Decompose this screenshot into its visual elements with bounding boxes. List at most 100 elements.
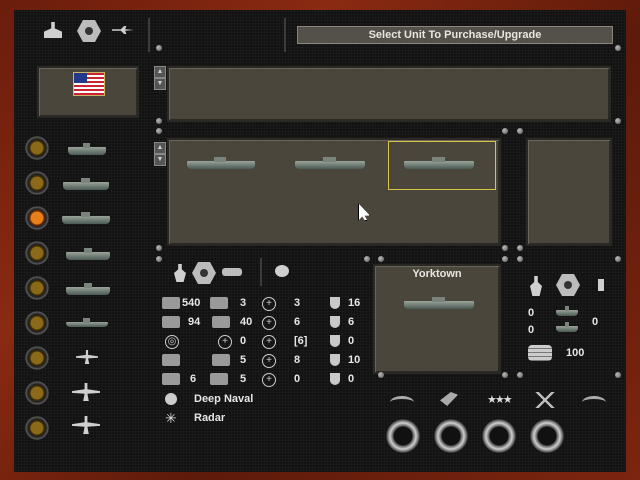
stat-close-defense: 0: [348, 335, 355, 347]
count-a: 0: [528, 307, 535, 319]
count-c: 0: [592, 316, 599, 328]
stat-entrench: 0: [348, 373, 355, 385]
soft-attack-icon: [210, 297, 228, 309]
unit-option-1[interactable]: [187, 157, 255, 169]
flag-canton: [74, 73, 87, 83]
hit-points-icon: [162, 297, 180, 309]
rivet: [156, 256, 162, 262]
unit-icon-destroyer[interactable]: [68, 143, 106, 155]
rivet: [517, 245, 523, 251]
radar-icon: ✳: [165, 410, 177, 426]
landing-craft-icon: [556, 322, 578, 332]
stat-sub-attack: 0: [294, 373, 301, 385]
unit-icon-transport[interactable]: [66, 283, 110, 295]
unit-knob-carrier[interactable]: [25, 206, 49, 230]
fuel-icon: [162, 316, 180, 328]
rivet: [378, 256, 384, 262]
rivet: [502, 128, 508, 134]
divider-vertical: [148, 18, 150, 52]
unit-knob-cruiser[interactable]: [25, 171, 49, 195]
unit-icon-carrier[interactable]: [62, 212, 110, 224]
unit-knob-destroyer[interactable]: [25, 136, 49, 160]
defense-icon-3: [330, 335, 340, 347]
unit-special-ability: Radar: [194, 412, 226, 424]
unit-knob-bomber[interactable]: [25, 381, 49, 405]
defense-icon-5: [330, 373, 340, 385]
unit-knob-submarine[interactable]: [25, 311, 49, 335]
selected-unit-panel: [373, 264, 501, 374]
rivet: [364, 256, 370, 262]
stat-range: 3: [294, 297, 301, 309]
selected-unit-name: Yorktown: [412, 268, 462, 280]
rivet: [517, 128, 523, 134]
preview-panel: [526, 138, 612, 246]
unit-knob-transport-plane[interactable]: [25, 416, 49, 440]
stat-movement: 5: [240, 354, 247, 366]
unit-knob-fighter[interactable]: [25, 346, 49, 370]
divider-vertical: [260, 258, 262, 286]
vehicle-icon: [162, 373, 180, 385]
unit-knob-battleship[interactable]: [25, 241, 49, 265]
unit-option-2[interactable]: [295, 157, 365, 169]
stat-spotting: 5: [240, 373, 247, 385]
cancel-button[interactable]: [530, 419, 564, 453]
disband-icon[interactable]: [535, 392, 555, 408]
stat-vehicle: 6: [190, 373, 197, 385]
range-icon-2: +: [262, 316, 276, 330]
purchase-button[interactable]: [386, 419, 420, 453]
target-icon: ◎: [165, 335, 179, 349]
stat-soft-attack: 3: [240, 297, 247, 309]
rivet: [615, 256, 621, 262]
undo-arrow-icon[interactable]: [390, 396, 414, 409]
unit-icon-submarine[interactable]: [66, 318, 108, 327]
unit-knob-transport[interactable]: [25, 276, 49, 300]
stat-air-defense: 6: [348, 316, 355, 328]
transport-ship-icon: [556, 306, 578, 316]
upgrade-button[interactable]: [434, 419, 468, 453]
unit-icon-battleship[interactable]: [66, 248, 110, 260]
selection-highlight: [388, 141, 496, 190]
naval-type-icon: [165, 393, 177, 405]
stat-initiative: 0: [240, 335, 247, 347]
unit-icon-cruiser[interactable]: [63, 178, 109, 190]
rivet: [615, 118, 621, 124]
info-panel: [167, 66, 611, 122]
tank-icon[interactable]: [222, 268, 242, 276]
stat-hard-attack: 6: [294, 316, 301, 328]
count-b: 0: [528, 324, 535, 336]
rivet: [517, 256, 523, 262]
defense-icon-4: [330, 354, 340, 366]
rivet: [502, 256, 508, 262]
range-icon-5: +: [262, 373, 276, 387]
stat-ammo: 40: [240, 316, 253, 328]
rank-stars-icon[interactable]: ★★★: [487, 393, 513, 406]
scroll-up-button[interactable]: ▲: [154, 66, 166, 78]
rivet: [156, 128, 162, 134]
stat-naval-attack: 8: [294, 354, 301, 366]
ammo-supply-icon: [212, 316, 230, 328]
unit-class-type: Deep Naval: [194, 393, 254, 405]
rivet: [615, 45, 621, 51]
rivet: [502, 245, 508, 251]
page-title: Select Unit To Purchase/Upgrade: [297, 26, 613, 44]
redo-arrow-icon[interactable]: [582, 396, 606, 409]
radar-dish-icon: [162, 354, 180, 366]
scroll-down-button[interactable]: ▼: [154, 78, 166, 90]
scroll-down-button-2[interactable]: ▼: [154, 154, 166, 166]
coins-icon: [528, 345, 552, 361]
rivet: [517, 372, 523, 378]
scroll-up-button-2[interactable]: ▲: [154, 142, 166, 154]
divider-vertical: [284, 18, 286, 52]
defense-icon-2: [330, 316, 340, 328]
selected-unit-image: [404, 297, 474, 309]
stat-fuel: 94: [188, 316, 201, 328]
ammo-icon[interactable]: [275, 265, 289, 277]
range-icon-4: +: [262, 354, 276, 368]
rivet: [156, 45, 162, 51]
defense-icon: [330, 297, 340, 309]
move-icon: [212, 354, 230, 366]
stat-naval-defense: 10: [348, 354, 361, 366]
crosshair-icon: +: [218, 335, 232, 349]
unit-cost: 100: [566, 347, 585, 359]
promote-button[interactable]: [482, 419, 516, 453]
